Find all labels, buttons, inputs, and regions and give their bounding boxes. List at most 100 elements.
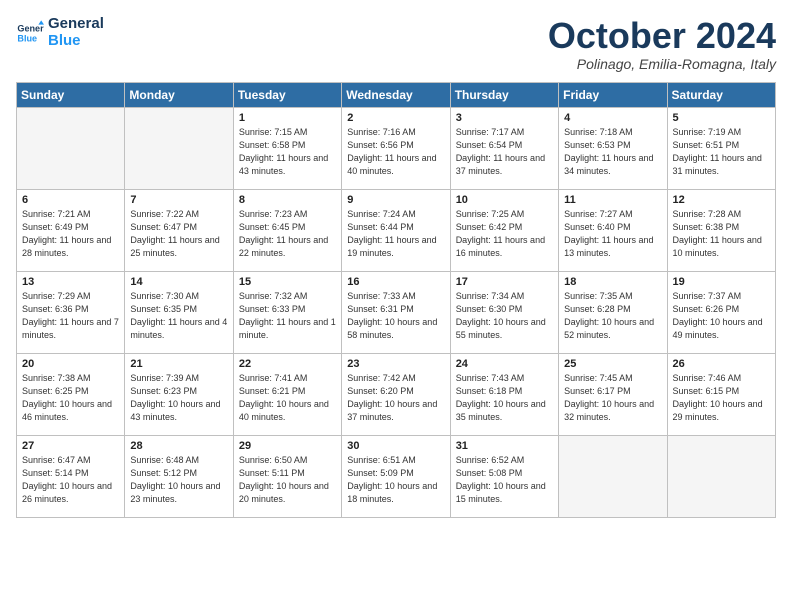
day-info: Sunrise: 7:43 AM Sunset: 6:18 PM Dayligh…	[456, 372, 553, 424]
day-info: Sunrise: 6:48 AM Sunset: 5:12 PM Dayligh…	[130, 454, 227, 506]
logo-icon: General Blue	[16, 19, 44, 47]
day-info: Sunrise: 7:33 AM Sunset: 6:31 PM Dayligh…	[347, 290, 444, 342]
day-number: 20	[22, 358, 119, 370]
day-number: 15	[239, 276, 336, 288]
svg-text:General: General	[17, 23, 44, 33]
calendar-cell: 11Sunrise: 7:27 AM Sunset: 6:40 PM Dayli…	[559, 189, 667, 271]
day-number: 28	[130, 440, 227, 452]
day-number: 31	[456, 440, 553, 452]
col-friday: Friday	[559, 82, 667, 107]
day-number: 30	[347, 440, 444, 452]
day-number: 23	[347, 358, 444, 370]
calendar-cell: 10 Sunrise: 7:25 AM Sunset: 6:42 PM Dayli…	[450, 189, 558, 271]
day-info: Sunrise: 7:23 AM Sunset: 6:45 PM Dayligh…	[239, 208, 336, 260]
calendar-week-2: 6 Sunrise: 7:21 AM Sunset: 6:49 PM Daylig…	[17, 189, 776, 271]
day-number: 19	[673, 276, 770, 288]
day-number: 4	[564, 112, 661, 124]
day-number: 6	[22, 194, 119, 206]
day-info: Sunrise: 7:15 AM Sunset: 6:58 PM Dayligh…	[239, 126, 336, 178]
day-info: Sunrise: 6:52 AM Sunset: 5:08 PM Dayligh…	[456, 454, 553, 506]
day-number: 17	[456, 276, 553, 288]
day-number: 9	[347, 194, 444, 206]
day-info: Sunrise: 7:39 AM Sunset: 6:23 PM Dayligh…	[130, 372, 227, 424]
calendar-cell: 31 Sunrise: 6:52 AM Sunset: 5:08 PM Dayli…	[450, 435, 558, 517]
calendar-cell: 7Sunrise: 7:22 AM Sunset: 6:47 PM Daylig…	[125, 189, 233, 271]
day-info: Sunrise: 6:50 AM Sunset: 5:11 PM Dayligh…	[239, 454, 336, 506]
day-info: Sunrise: 7:16 AM Sunset: 6:56 PM Dayligh…	[347, 126, 444, 178]
day-info: Sunrise: 7:19 AM Sunset: 6:51 PM Dayligh…	[673, 126, 770, 178]
calendar-week-5: 27 Sunrise: 6:47 AM Sunset: 5:14 PM Dayli…	[17, 435, 776, 517]
day-number: 8	[239, 194, 336, 206]
day-info: Sunrise: 6:51 AM Sunset: 5:09 PM Dayligh…	[347, 454, 444, 506]
calendar-week-1: 1 Sunrise: 7:15 AM Sunset: 6:58 PM Daylig…	[17, 107, 776, 189]
calendar-cell: 25Sunrise: 7:45 AM Sunset: 6:17 PM Dayli…	[559, 353, 667, 435]
day-info: Sunrise: 7:18 AM Sunset: 6:53 PM Dayligh…	[564, 126, 661, 178]
day-info: Sunrise: 7:24 AM Sunset: 6:44 PM Dayligh…	[347, 208, 444, 260]
svg-text:Blue: Blue	[17, 33, 37, 43]
day-number: 5	[673, 112, 770, 124]
logo-blue: Blue	[48, 33, 104, 50]
day-number: 24	[456, 358, 553, 370]
calendar-cell: 24 Sunrise: 7:43 AM Sunset: 6:18 PM Dayli…	[450, 353, 558, 435]
day-number: 27	[22, 440, 119, 452]
calendar-cell	[17, 107, 125, 189]
calendar-cell: 12 Sunrise: 7:28 AM Sunset: 6:38 PM Dayli…	[667, 189, 775, 271]
calendar-cell	[125, 107, 233, 189]
day-info: Sunrise: 7:30 AM Sunset: 6:35 PM Dayligh…	[130, 290, 227, 342]
day-info: Sunrise: 7:41 AM Sunset: 6:21 PM Dayligh…	[239, 372, 336, 424]
day-info: Sunrise: 7:17 AM Sunset: 6:54 PM Dayligh…	[456, 126, 553, 178]
calendar-cell: 29Sunrise: 6:50 AM Sunset: 5:11 PM Dayli…	[233, 435, 341, 517]
day-info: Sunrise: 7:21 AM Sunset: 6:49 PM Dayligh…	[22, 208, 119, 260]
col-thursday: Thursday	[450, 82, 558, 107]
calendar-cell: 26Sunrise: 7:46 AM Sunset: 6:15 PM Dayli…	[667, 353, 775, 435]
calendar-cell: 17Sunrise: 7:34 AM Sunset: 6:30 PM Dayli…	[450, 271, 558, 353]
day-number: 3	[456, 112, 553, 124]
calendar-cell: 5 Sunrise: 7:19 AM Sunset: 6:51 PM Daylig…	[667, 107, 775, 189]
logo-general: General	[48, 16, 104, 33]
day-number: 21	[130, 358, 227, 370]
day-info: Sunrise: 7:42 AM Sunset: 6:20 PM Dayligh…	[347, 372, 444, 424]
col-wednesday: Wednesday	[342, 82, 450, 107]
day-info: Sunrise: 7:35 AM Sunset: 6:28 PM Dayligh…	[564, 290, 661, 342]
calendar-cell: 1 Sunrise: 7:15 AM Sunset: 6:58 PM Daylig…	[233, 107, 341, 189]
title-block: October 2024 Polinago, Emilia-Romagna, I…	[548, 16, 776, 72]
calendar-week-3: 13Sunrise: 7:29 AM Sunset: 6:36 PM Dayli…	[17, 271, 776, 353]
calendar-cell: 19 Sunrise: 7:37 AM Sunset: 6:26 PM Dayli…	[667, 271, 775, 353]
page-header: General Blue General Blue October 2024 P…	[16, 16, 776, 72]
day-info: Sunrise: 7:45 AM Sunset: 6:17 PM Dayligh…	[564, 372, 661, 424]
calendar-cell	[559, 435, 667, 517]
day-number: 18	[564, 276, 661, 288]
day-number: 2	[347, 112, 444, 124]
day-number: 26	[673, 358, 770, 370]
calendar-cell: 8 Sunrise: 7:23 AM Sunset: 6:45 PM Daylig…	[233, 189, 341, 271]
calendar-cell	[667, 435, 775, 517]
calendar-cell: 20 Sunrise: 7:38 AM Sunset: 6:25 PM Dayli…	[17, 353, 125, 435]
day-number: 12	[673, 194, 770, 206]
calendar-table: Sunday Monday Tuesday Wednesday Thursday…	[16, 82, 776, 518]
day-info: Sunrise: 7:38 AM Sunset: 6:25 PM Dayligh…	[22, 372, 119, 424]
day-info: Sunrise: 7:27 AM Sunset: 6:40 PM Dayligh…	[564, 208, 661, 260]
day-info: Sunrise: 6:47 AM Sunset: 5:14 PM Dayligh…	[22, 454, 119, 506]
day-number: 22	[239, 358, 336, 370]
day-info: Sunrise: 7:32 AM Sunset: 6:33 PM Dayligh…	[239, 290, 336, 342]
calendar-cell: 14 Sunrise: 7:30 AM Sunset: 6:35 PM Dayli…	[125, 271, 233, 353]
calendar-cell: 27 Sunrise: 6:47 AM Sunset: 5:14 PM Dayli…	[17, 435, 125, 517]
day-info: Sunrise: 7:28 AM Sunset: 6:38 PM Dayligh…	[673, 208, 770, 260]
day-number: 1	[239, 112, 336, 124]
col-tuesday: Tuesday	[233, 82, 341, 107]
day-info: Sunrise: 7:37 AM Sunset: 6:26 PM Dayligh…	[673, 290, 770, 342]
day-number: 13	[22, 276, 119, 288]
logo: General Blue General Blue	[16, 16, 104, 49]
day-info: Sunrise: 7:22 AM Sunset: 6:47 PM Dayligh…	[130, 208, 227, 260]
day-number: 14	[130, 276, 227, 288]
col-saturday: Saturday	[667, 82, 775, 107]
calendar-cell: 30 Sunrise: 6:51 AM Sunset: 5:09 PM Dayli…	[342, 435, 450, 517]
calendar-cell: 28 Sunrise: 6:48 AM Sunset: 5:12 PM Dayli…	[125, 435, 233, 517]
day-number: 10	[456, 194, 553, 206]
calendar-cell: 16Sunrise: 7:33 AM Sunset: 6:31 PM Dayli…	[342, 271, 450, 353]
calendar-cell: 9 Sunrise: 7:24 AM Sunset: 6:44 PM Daylig…	[342, 189, 450, 271]
day-info: Sunrise: 7:25 AM Sunset: 6:42 PM Dayligh…	[456, 208, 553, 260]
calendar-week-4: 20 Sunrise: 7:38 AM Sunset: 6:25 PM Dayli…	[17, 353, 776, 435]
calendar-cell: 2 Sunrise: 7:16 AM Sunset: 6:56 PM Daylig…	[342, 107, 450, 189]
calendar-cell: 22 Sunrise: 7:41 AM Sunset: 6:21 PM Dayli…	[233, 353, 341, 435]
